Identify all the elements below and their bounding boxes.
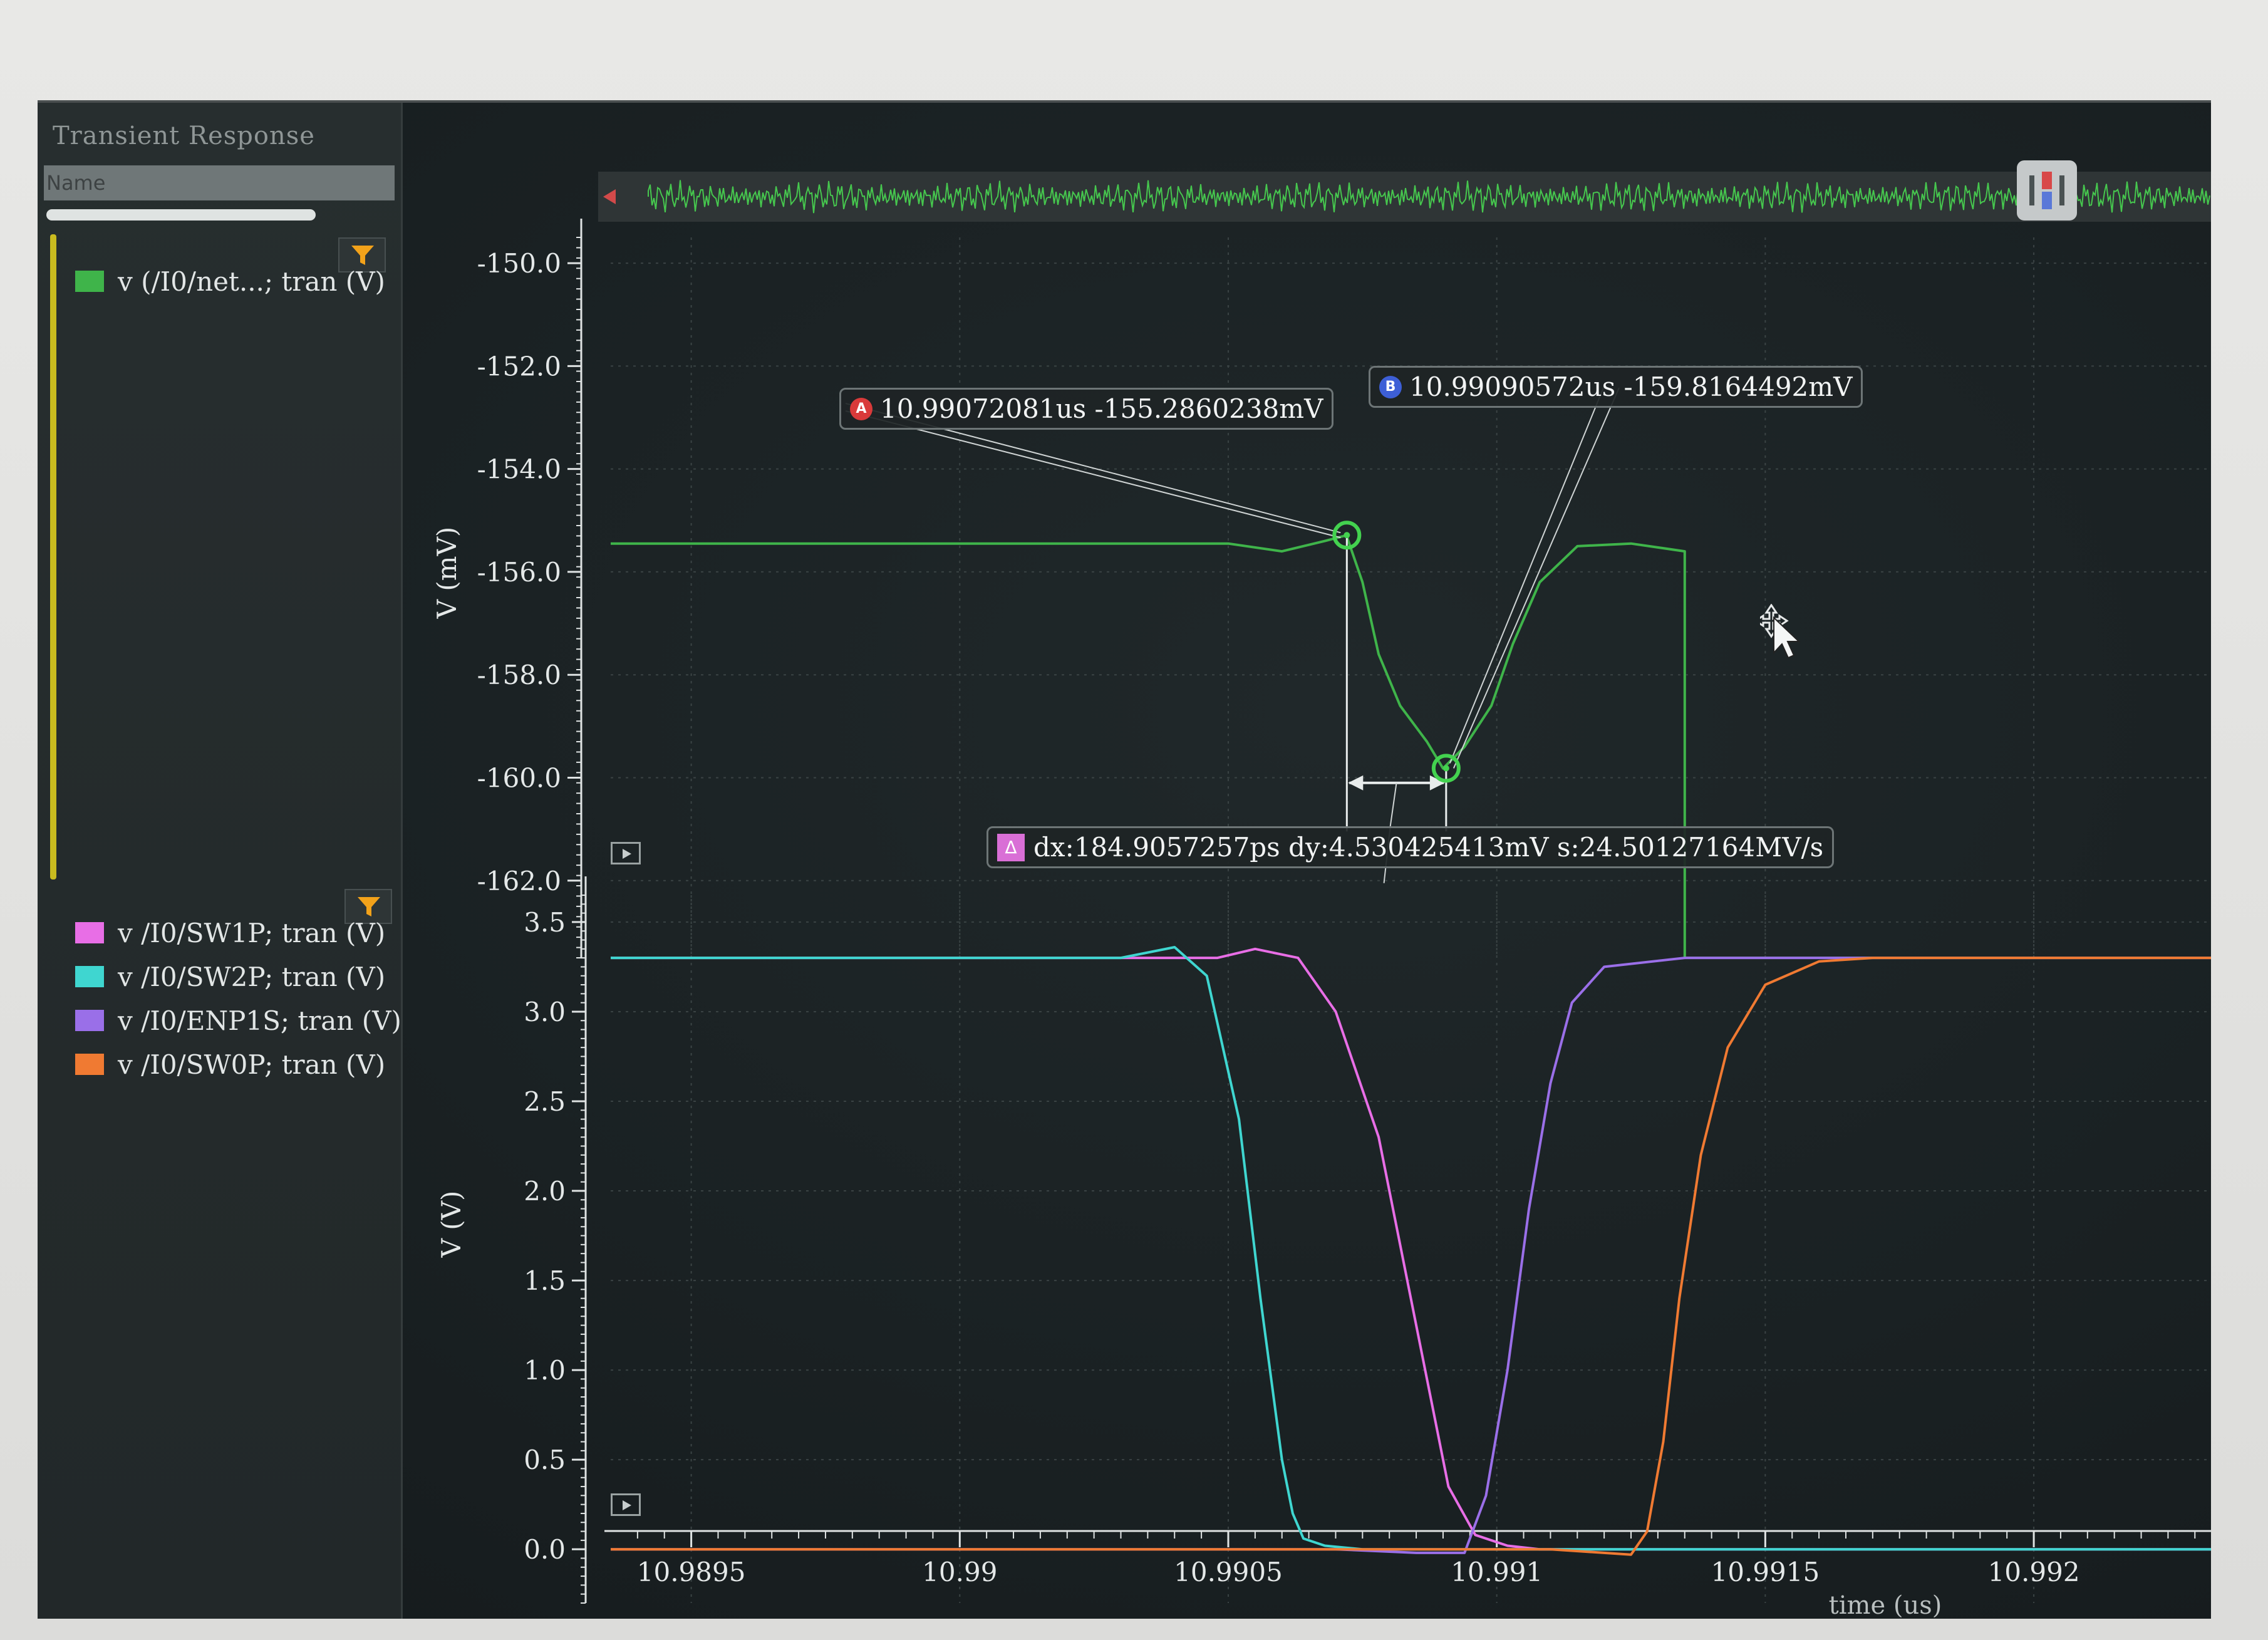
y-tick-label: 1.5 [524, 1265, 566, 1296]
browser-horizontal-scrollbar[interactable] [46, 209, 316, 221]
y-tick-label: 0.5 [524, 1445, 566, 1475]
marker-a-leader [845, 410, 1341, 539]
y-tick-label: 3.0 [524, 997, 566, 1027]
signal-browser-panel: Transient Response Name v (/I0/net...; t… [38, 103, 403, 1619]
marker-a-label[interactable]: A 10.99072081us -155.2860238mV [839, 388, 1334, 430]
y-axis-label: V (mV) [432, 527, 462, 620]
y-tick-label: -152.0 [477, 351, 561, 381]
series-line-1-0 [611, 947, 2211, 1551]
y-axis-label: V (V) [436, 1191, 467, 1259]
delta-marker-label[interactable]: Δ dx:184.9057257ps dy:4.530425413mV s:24… [986, 826, 1835, 868]
marker-a-text: 10.99072081us -155.2860238mV [880, 393, 1323, 424]
legend-label: v /I0/SW0P; tran (V) [118, 1049, 386, 1080]
x-tick-label: 10.991 [1451, 1557, 1543, 1587]
marker-b-text: 10.99090572us -159.8164492mV [1409, 371, 1853, 402]
legend-swatch [75, 271, 104, 292]
series-line-1-3 [611, 957, 2211, 1556]
plot-area: -150.0 -152.0 -154.0 -156.0 -158.0 -160.0 -162… [407, 103, 2211, 1619]
window-title: Transient Response [53, 122, 315, 150]
marker-b-badge: B [1379, 375, 1402, 398]
legend-swatch [75, 966, 104, 987]
marker-b-leader [1452, 387, 1620, 769]
marker-b-leader [1449, 387, 1604, 764]
y-tick-label: 3.5 [524, 907, 566, 938]
transient-response-window: Transient Response Name v (/I0/net...; t… [38, 100, 2211, 1619]
x-tick-label: 10.992 [1988, 1557, 2080, 1587]
x-tick-label: 10.9905 [1174, 1557, 1283, 1587]
name-column-header[interactable]: Name [44, 165, 395, 200]
screen-frame: Transient Response Name v (/I0/net...; t… [0, 0, 2268, 1640]
legend-swatch [75, 1054, 104, 1075]
y-tick-label: 2.5 [524, 1086, 566, 1117]
legend-item[interactable]: v (/I0/net...; tran (V) [75, 259, 385, 303]
marker-b-label[interactable]: B 10.99090572us -159.8164492mV [1369, 366, 1863, 408]
delta-marker-text: dx:184.9057257ps dy:4.530425413mV s:24.5… [1033, 832, 1824, 863]
y-tick-label: -160.0 [477, 763, 561, 794]
x-tick-label: 10.99 [922, 1557, 997, 1587]
play-icon [623, 1500, 631, 1510]
series-line-1-1 [611, 946, 2211, 1551]
y-tick-label: -150.0 [477, 248, 561, 279]
marker-a-point-dot [1344, 532, 1350, 539]
legend-bottom-strip: v /I0/SW1P; tran (V) v /I0/SW2P; tran (V)… [75, 911, 401, 1086]
legend-label: v /I0/ENP1S; tran (V) [118, 1005, 401, 1036]
x-tick-label: 10.9915 [1711, 1557, 1820, 1587]
marker-b-point-dot [1442, 765, 1449, 772]
legend-label: v /I0/SW2P; tran (V) [118, 961, 386, 992]
legend-top-strip: v (/I0/net...; tran (V) [75, 259, 385, 303]
legend-item[interactable]: v /I0/SW1P; tran (V) [75, 911, 401, 955]
x-axis-label: time (us) [1829, 1591, 1942, 1619]
legend-item[interactable]: v /I0/SW2P; tran (V) [75, 955, 401, 999]
legend-swatch [75, 922, 104, 943]
y-tick-label: 1.0 [524, 1355, 566, 1386]
expand-strip-button-bottom[interactable] [611, 1493, 641, 1516]
y-tick-label: -154.0 [477, 454, 561, 485]
legend-label: v /I0/SW1P; tran (V) [118, 917, 386, 948]
y-tick-label: -162.0 [477, 866, 561, 896]
y-tick-label: -156.0 [477, 557, 561, 588]
series-line-1-2 [611, 957, 2211, 1554]
legend-item[interactable]: v /I0/SW0P; tran (V) [75, 1042, 401, 1086]
legend-item[interactable]: v /I0/ENP1S; tran (V) [75, 999, 401, 1042]
expand-strip-button-top[interactable] [611, 842, 641, 864]
strip-selection-bar [50, 234, 56, 880]
legend-label: v (/I0/net...; tran (V) [118, 266, 385, 297]
move-cursor-icon [1760, 604, 1801, 659]
legend-swatch [75, 1010, 104, 1031]
y-tick-label: -158.0 [477, 660, 561, 690]
x-tick-label: 10.9895 [637, 1557, 746, 1587]
play-icon [623, 849, 631, 859]
delta-badge: Δ [997, 833, 1025, 861]
marker-a-badge: A [850, 397, 873, 420]
y-tick-label: 0.0 [524, 1534, 566, 1565]
y-tick-label: 2.0 [524, 1176, 566, 1207]
